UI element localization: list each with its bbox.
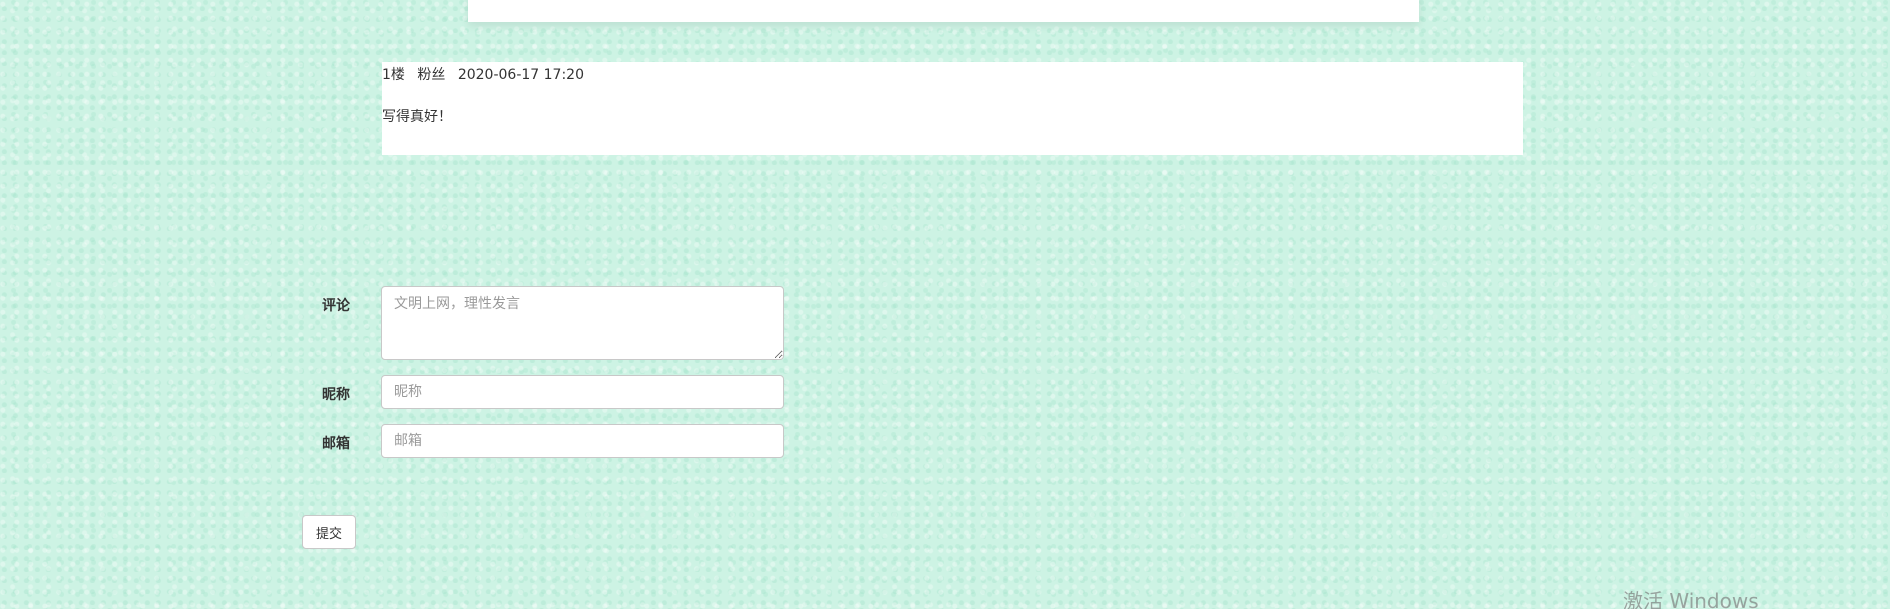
nickname-input[interactable] [381,375,784,409]
nickname-label: 昵称 [322,387,350,403]
submit-button[interactable]: 提交 [302,515,356,549]
article-card [468,0,1419,22]
comment-label: 评论 [322,298,350,314]
windows-activation-watermark: 激活 Windows [1623,589,1759,609]
comment-author: 粉丝 [417,67,446,83]
email-label: 邮箱 [322,436,350,452]
email-input[interactable] [381,424,784,458]
comment-item: 1楼 粉丝 2020-06-17 17:20 写得真好！ [382,62,1523,155]
comment-time: 2020-06-17 17:20 [457,67,584,83]
comment-meta: 1楼 粉丝 2020-06-17 17:20 [382,64,592,84]
comment-floor: 1楼 [382,67,405,83]
comment-text: 写得真好！ [382,109,452,125]
comment-textarea[interactable] [381,286,784,360]
